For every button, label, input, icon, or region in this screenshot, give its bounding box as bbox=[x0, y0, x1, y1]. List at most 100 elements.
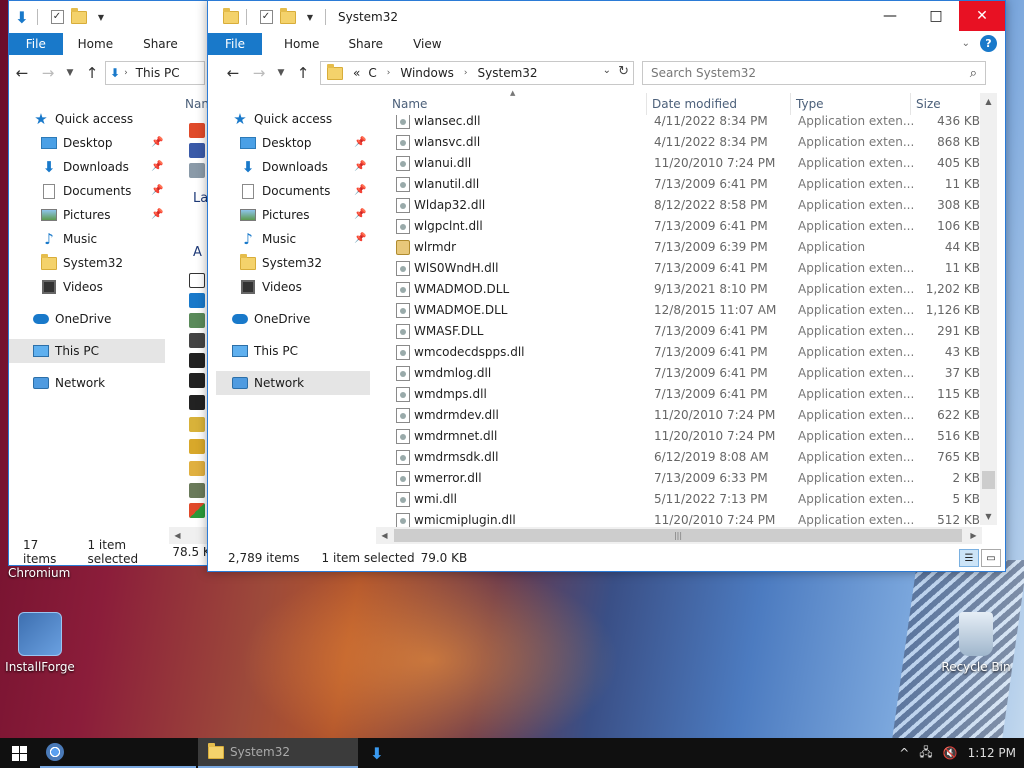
nav-this-pc[interactable]: This PC bbox=[9, 339, 165, 363]
nav-system32[interactable]: System32 bbox=[240, 251, 322, 275]
table-row[interactable]: wmdmps.dll 7/13/2009 6:41 PM Application e… bbox=[376, 384, 982, 405]
nav-onedrive[interactable]: OneDrive bbox=[33, 307, 111, 331]
table-row[interactable]: wlanutil.dll 7/13/2009 6:41 PM Application… bbox=[376, 174, 982, 195]
address-history-chevron-icon[interactable]: ⌄ bbox=[603, 65, 611, 76]
nav-quick-access[interactable]: ★ Quick access bbox=[232, 107, 332, 131]
nav-videos[interactable]: Videos bbox=[41, 275, 103, 299]
breadcrumb-this-pc[interactable]: This PC bbox=[136, 66, 180, 80]
pin-icon[interactable]: 📌 bbox=[354, 233, 366, 244]
column-header-date-modified[interactable]: Date modified bbox=[652, 93, 737, 115]
forward-arrow-icon[interactable]: → bbox=[246, 61, 272, 85]
horizontal-scrollbar[interactable]: ◀ ||| ▶ bbox=[376, 527, 982, 544]
scroll-left-arrow-icon[interactable]: ◀ bbox=[376, 527, 393, 544]
search-icon[interactable]: ⌕ bbox=[970, 66, 977, 81]
desktop-icon-recycle-bin[interactable]: Recycle Bin bbox=[938, 612, 1014, 674]
up-arrow-icon[interactable]: ↑ bbox=[290, 61, 316, 85]
scroll-right-arrow-icon[interactable]: ▶ bbox=[965, 527, 982, 544]
title-bar[interactable]: ✓ ▼ System32 — □ ✕ bbox=[208, 1, 1005, 33]
forward-arrow-icon[interactable]: → bbox=[35, 61, 61, 85]
recent-locations-chevron-icon[interactable]: ▼ bbox=[61, 61, 79, 85]
nav-music[interactable]: ♪ Music bbox=[41, 227, 97, 251]
speaker-muted-icon[interactable]: 🔇 bbox=[943, 746, 958, 760]
network-icon[interactable]: 🖧 bbox=[919, 743, 932, 764]
tab-file[interactable]: File bbox=[208, 33, 262, 55]
nav-documents[interactable]: Documents bbox=[240, 179, 330, 203]
table-row[interactable]: wmcodecdspps.dll 7/13/2009 6:41 PM Applica… bbox=[376, 342, 982, 363]
app-icon[interactable] bbox=[189, 273, 205, 288]
tab-share[interactable]: Share bbox=[333, 33, 398, 55]
pin-icon[interactable]: 📌 bbox=[151, 209, 163, 220]
pin-icon[interactable]: 📌 bbox=[354, 161, 366, 172]
table-row[interactable]: wmicmiplugin.dll 11/20/2010 7:24 PM Applic… bbox=[376, 510, 982, 527]
key-icon[interactable] bbox=[189, 439, 205, 454]
column-divider[interactable] bbox=[646, 93, 647, 115]
scroll-thumb[interactable] bbox=[982, 471, 995, 489]
column-header-size[interactable]: Size bbox=[916, 93, 941, 115]
address-bar[interactable]: « C › Windows › System32 ⌄ ↻ bbox=[320, 61, 634, 85]
nav-network[interactable]: Network bbox=[33, 371, 105, 395]
scroll-thumb[interactable]: ||| bbox=[394, 529, 962, 542]
chevron-right-icon[interactable]: › bbox=[464, 68, 468, 78]
pin-icon[interactable]: 📌 bbox=[151, 185, 163, 196]
breadcrumb-system32[interactable]: System32 bbox=[478, 66, 538, 80]
windows-logo-icon[interactable] bbox=[189, 503, 205, 518]
app-icon[interactable] bbox=[189, 313, 205, 328]
shield-icon[interactable] bbox=[189, 417, 205, 432]
tab-share[interactable]: Share bbox=[128, 33, 193, 55]
column-header-name[interactable]: Name bbox=[392, 93, 427, 115]
app-icon[interactable] bbox=[189, 143, 205, 158]
address-bar[interactable]: ⬇ › This PC bbox=[105, 61, 205, 85]
nav-downloads[interactable]: ⬇ Downloads bbox=[240, 155, 328, 179]
nav-pictures[interactable]: Pictures bbox=[240, 203, 310, 227]
tab-file[interactable]: File bbox=[9, 33, 63, 55]
column-header-type[interactable]: Type bbox=[796, 93, 824, 115]
customize-quick-access-icon[interactable]: ▼ bbox=[301, 8, 319, 26]
nav-pictures[interactable]: Pictures bbox=[41, 203, 111, 227]
back-arrow-icon[interactable]: ← bbox=[9, 61, 35, 85]
pin-icon[interactable]: 📌 bbox=[354, 137, 366, 148]
app-icon[interactable] bbox=[189, 333, 205, 348]
tab-home[interactable]: Home bbox=[262, 33, 333, 55]
column-header-name[interactable]: Nan bbox=[185, 93, 209, 115]
taskbar-item-explorer[interactable]: System32 bbox=[198, 738, 358, 768]
nav-this-pc[interactable]: This PC bbox=[232, 339, 298, 363]
column-divider[interactable] bbox=[910, 93, 911, 115]
large-icons-view-button[interactable]: ▭ bbox=[981, 549, 1001, 567]
app-icon[interactable] bbox=[189, 483, 205, 498]
help-icon[interactable]: ? bbox=[980, 35, 997, 52]
start-button[interactable] bbox=[0, 738, 38, 768]
explorer-window-this-pc[interactable]: ⬇ ✓ ▼ File Home Share Vi ← → ▼ ↑ ⬇ › Thi… bbox=[8, 0, 220, 566]
properties-icon[interactable]: ✓ bbox=[257, 8, 275, 26]
pin-icon[interactable]: 📌 bbox=[354, 185, 366, 196]
breadcrumb-overflow[interactable]: « bbox=[353, 66, 360, 80]
chevron-right-icon[interactable]: › bbox=[387, 68, 391, 78]
table-row[interactable]: WMADMOE.DLL 12/8/2015 11:07 AM Application… bbox=[376, 300, 982, 321]
app-icon[interactable] bbox=[189, 163, 205, 178]
up-arrow-icon[interactable]: ↑ bbox=[79, 61, 105, 85]
show-hidden-icons-chevron-icon[interactable]: ^ bbox=[899, 746, 909, 760]
search-input[interactable]: Search System32 ⌕ bbox=[642, 61, 986, 85]
nav-network[interactable]: Network bbox=[216, 371, 370, 395]
table-row[interactable]: wmerror.dll 7/13/2009 6:33 PM Application … bbox=[376, 468, 982, 489]
nav-documents[interactable]: Documents bbox=[41, 179, 131, 203]
table-row[interactable]: wlansec.dll 4/11/2022 8:34 PM Application … bbox=[376, 115, 982, 132]
nav-downloads[interactable]: ⬇ Downloads bbox=[41, 155, 129, 179]
office-icon[interactable] bbox=[189, 123, 205, 138]
clock[interactable]: 1:12 PM bbox=[968, 746, 1016, 760]
file-list[interactable]: wlansec.dll 4/11/2022 8:34 PM Application … bbox=[376, 115, 982, 527]
tab-view[interactable]: View bbox=[398, 33, 456, 55]
terminal-icon[interactable] bbox=[189, 373, 205, 388]
customize-quick-access-icon[interactable]: ▼ bbox=[92, 8, 110, 26]
table-row[interactable]: wlansvc.dll 4/11/2022 8:34 PM Application … bbox=[376, 132, 982, 153]
close-button[interactable]: ✕ bbox=[959, 1, 1005, 31]
tab-home[interactable]: Home bbox=[63, 33, 128, 55]
table-row[interactable]: wmdrmnet.dll 11/20/2010 7:24 PM Applicatio… bbox=[376, 426, 982, 447]
table-row[interactable]: wmdmlog.dll 7/13/2009 6:41 PM Application … bbox=[376, 363, 982, 384]
properties-icon[interactable]: ✓ bbox=[48, 8, 66, 26]
explorer-window-system32[interactable]: ✓ ▼ System32 — □ ✕ File Home Share View … bbox=[207, 0, 1006, 572]
scroll-up-arrow-icon[interactable]: ▲ bbox=[980, 93, 997, 110]
new-folder-icon[interactable] bbox=[70, 7, 88, 26]
table-row[interactable]: wlanui.dll 11/20/2010 7:24 PM Application … bbox=[376, 153, 982, 174]
back-arrow-icon[interactable]: ← bbox=[220, 61, 246, 85]
nav-videos[interactable]: Videos bbox=[240, 275, 302, 299]
